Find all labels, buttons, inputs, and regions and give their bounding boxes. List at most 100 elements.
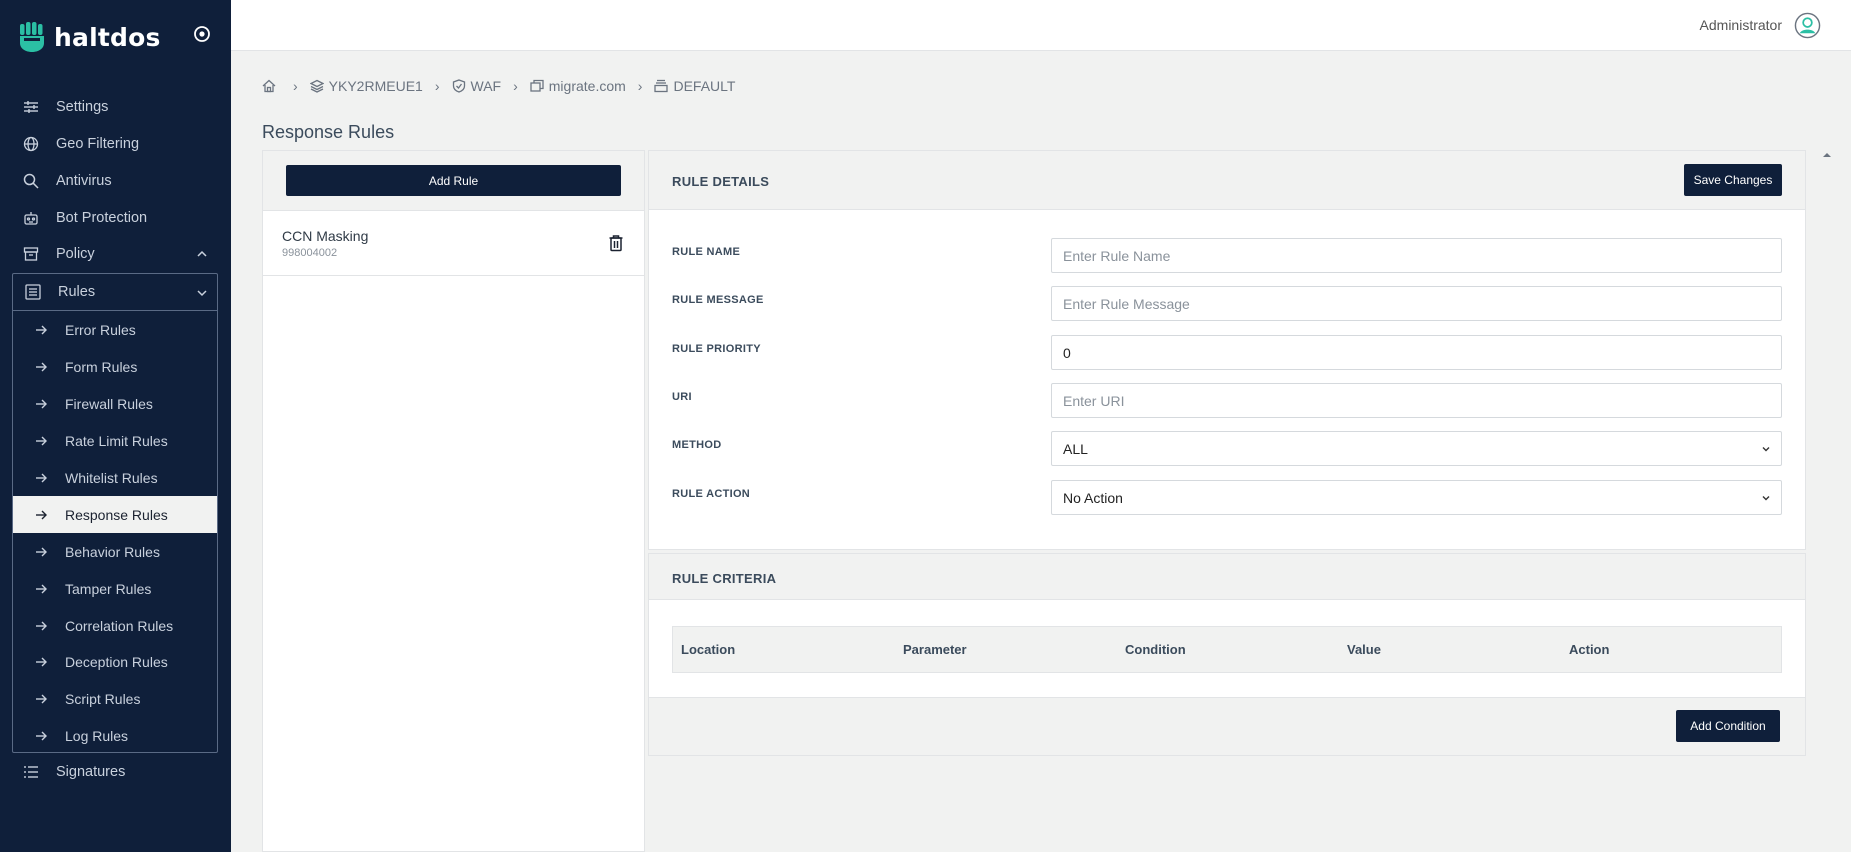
column-header-action: Action bbox=[1569, 642, 1610, 657]
globe-icon bbox=[22, 135, 40, 153]
rule-action-select-value: No Action bbox=[1063, 489, 1123, 506]
breadcrumb-label: migrate.com bbox=[548, 78, 626, 94]
arrow-right-icon bbox=[36, 547, 47, 556]
uri-label: URI bbox=[672, 391, 692, 403]
sidebar-item-geo-filtering[interactable]: Geo Filtering bbox=[22, 132, 139, 156]
add-condition-button[interactable]: Add Condition bbox=[1676, 710, 1780, 742]
rule-priority-input[interactable] bbox=[1051, 335, 1782, 370]
sidebar-subitem-label: Firewall Rules bbox=[65, 395, 153, 412]
arrow-right-icon bbox=[36, 436, 47, 445]
sidebar-item-antivirus[interactable]: Antivirus bbox=[22, 169, 112, 193]
sidebar-item-label: Settings bbox=[56, 99, 109, 115]
layers-icon bbox=[309, 79, 324, 93]
avatar-icon bbox=[1794, 12, 1821, 38]
page-title: Response Rules bbox=[262, 122, 395, 142]
rule-details-title: RULE DETAILS bbox=[672, 174, 770, 189]
sidebar-item-label: Policy bbox=[56, 246, 95, 262]
arrow-right-icon bbox=[36, 657, 47, 666]
archive-icon bbox=[22, 245, 40, 263]
fist-logo-icon bbox=[20, 22, 44, 52]
sidebar-item-label: Rules bbox=[58, 284, 96, 300]
breadcrumb-item-domain[interactable]: migrate.com bbox=[530, 78, 626, 94]
sidebar-item-signatures[interactable]: Signatures bbox=[22, 760, 125, 784]
sidebar-subitem-deception-rules[interactable]: Deception Rules bbox=[13, 643, 217, 680]
save-changes-button[interactable]: Save Changes bbox=[1684, 164, 1782, 196]
brand-logo[interactable]: haltdos bbox=[18, 20, 161, 54]
list-icon bbox=[22, 763, 40, 781]
breadcrumb-separator: › bbox=[513, 78, 518, 94]
breadcrumb-item-waf[interactable]: WAF bbox=[452, 78, 502, 94]
rule-criteria-title: RULE CRITERIA bbox=[672, 571, 777, 586]
sidebar-subitem-tamper-rules[interactable]: Tamper Rules bbox=[13, 570, 217, 607]
add-rule-button[interactable]: Add Rule bbox=[286, 165, 621, 196]
rule-action-select[interactable]: No Action bbox=[1051, 480, 1782, 515]
breadcrumb-separator: › bbox=[637, 78, 643, 94]
breadcrumb-separator: › bbox=[293, 78, 298, 94]
sidebar-subitem-firewall-rules[interactable]: Firewall Rules bbox=[13, 385, 217, 422]
arrow-right-icon bbox=[36, 510, 47, 519]
rule-message-input[interactable] bbox=[1051, 286, 1782, 321]
sidebar-item-label: Signatures bbox=[56, 764, 126, 780]
breadcrumb-home[interactable] bbox=[262, 79, 281, 93]
arrow-right-icon bbox=[36, 694, 47, 703]
sidebar-subitem-log-rules[interactable]: Log Rules bbox=[13, 717, 217, 754]
sidebar-subitem-label: Rate Limit Rules bbox=[65, 432, 168, 449]
arrow-right-icon bbox=[36, 621, 47, 630]
sidebar-subitem-response-rules[interactable]: Response Rules bbox=[13, 496, 217, 533]
robot-icon bbox=[22, 209, 40, 227]
breadcrumb-label: WAF bbox=[470, 78, 502, 94]
uri-input[interactable] bbox=[1051, 383, 1782, 418]
sidebar-item-policy[interactable]: Policy bbox=[22, 242, 207, 266]
sidebar-item-rules[interactable]: Rules bbox=[13, 274, 217, 311]
rules-group: Rules Error Rules Form Rules Firewall Ru… bbox=[12, 273, 218, 753]
rule-name-label: RULE NAME bbox=[672, 246, 741, 258]
arrow-right-icon bbox=[36, 399, 47, 408]
sidebar-subitem-label: Form Rules bbox=[65, 358, 138, 375]
trash-icon[interactable] bbox=[608, 234, 624, 252]
breadcrumb-label: YKY2RMEUE1 bbox=[328, 78, 423, 94]
sidebar-item-settings[interactable]: Settings bbox=[22, 95, 108, 119]
shield-icon bbox=[452, 79, 465, 93]
method-select[interactable]: ALL bbox=[1051, 431, 1782, 466]
sidebar-item-label: Geo Filtering bbox=[56, 136, 140, 152]
top-bar: Administrator bbox=[231, 0, 1851, 51]
sidebar-item-bot-protection[interactable]: Bot Protection bbox=[22, 206, 147, 230]
arrow-right-icon bbox=[36, 584, 47, 593]
breadcrumb: › YKY2RMEUE1 › WAF › migrate.com › DEFAU… bbox=[262, 76, 735, 96]
scroll-up-icon[interactable] bbox=[1822, 150, 1832, 160]
sidebar-subitem-correlation-rules[interactable]: Correlation Rules bbox=[13, 607, 217, 644]
sidebar-subitem-rate-limit-rules[interactable]: Rate Limit Rules bbox=[13, 422, 217, 459]
rule-message-label: RULE MESSAGE bbox=[672, 294, 764, 306]
arrow-right-icon bbox=[36, 362, 47, 371]
user-menu[interactable]: Administrator bbox=[1700, 10, 1821, 40]
breadcrumb-separator: › bbox=[434, 78, 440, 94]
arrow-right-icon bbox=[36, 731, 47, 740]
sidebar-subitem-label: Correlation Rules bbox=[65, 617, 174, 634]
sidebar-subitem-label: Tamper Rules bbox=[65, 580, 152, 597]
sidebar: haltdos Settings Geo Filtering Antivirus bbox=[0, 0, 231, 852]
list-item[interactable]: CCN Masking 998004002 bbox=[263, 212, 644, 276]
rule-criteria-header: RULE CRITERIA bbox=[649, 554, 1805, 600]
breadcrumb-item-policy[interactable]: DEFAULT bbox=[654, 78, 735, 94]
sidebar-subitem-label: Log Rules bbox=[65, 727, 129, 744]
sidebar-item-label: Antivirus bbox=[56, 173, 112, 189]
arrow-right-icon bbox=[36, 325, 47, 334]
home-icon bbox=[262, 79, 276, 93]
chevron-down-icon bbox=[1762, 496, 1770, 501]
window-icon bbox=[530, 79, 544, 92]
rule-details-panel: RULE DETAILS Save Changes RULE NAME RULE… bbox=[648, 150, 1806, 550]
breadcrumb-item-device[interactable]: YKY2RMEUE1 bbox=[309, 78, 423, 94]
sidebar-subitem-label: Whitelist Rules bbox=[65, 469, 158, 486]
search-icon bbox=[22, 172, 40, 190]
sidebar-subitem-script-rules[interactable]: Script Rules bbox=[13, 680, 217, 717]
rule-name-input[interactable] bbox=[1051, 238, 1782, 273]
rule-criteria-panel: RULE CRITERIA Location Parameter Conditi… bbox=[648, 553, 1806, 756]
sidebar-subitem-whitelist-rules[interactable]: Whitelist Rules bbox=[13, 459, 217, 496]
rule-details-header: RULE DETAILS Save Changes bbox=[649, 151, 1805, 210]
column-header-location: Location bbox=[681, 642, 736, 657]
sidebar-subitem-error-rules[interactable]: Error Rules bbox=[13, 311, 217, 348]
sidebar-item-label: Bot Protection bbox=[56, 210, 148, 226]
sidebar-subitem-behavior-rules[interactable]: Behavior Rules bbox=[13, 533, 217, 570]
sidebar-subitem-form-rules[interactable]: Form Rules bbox=[13, 348, 217, 385]
sidebar-toggle-icon[interactable] bbox=[193, 25, 211, 43]
